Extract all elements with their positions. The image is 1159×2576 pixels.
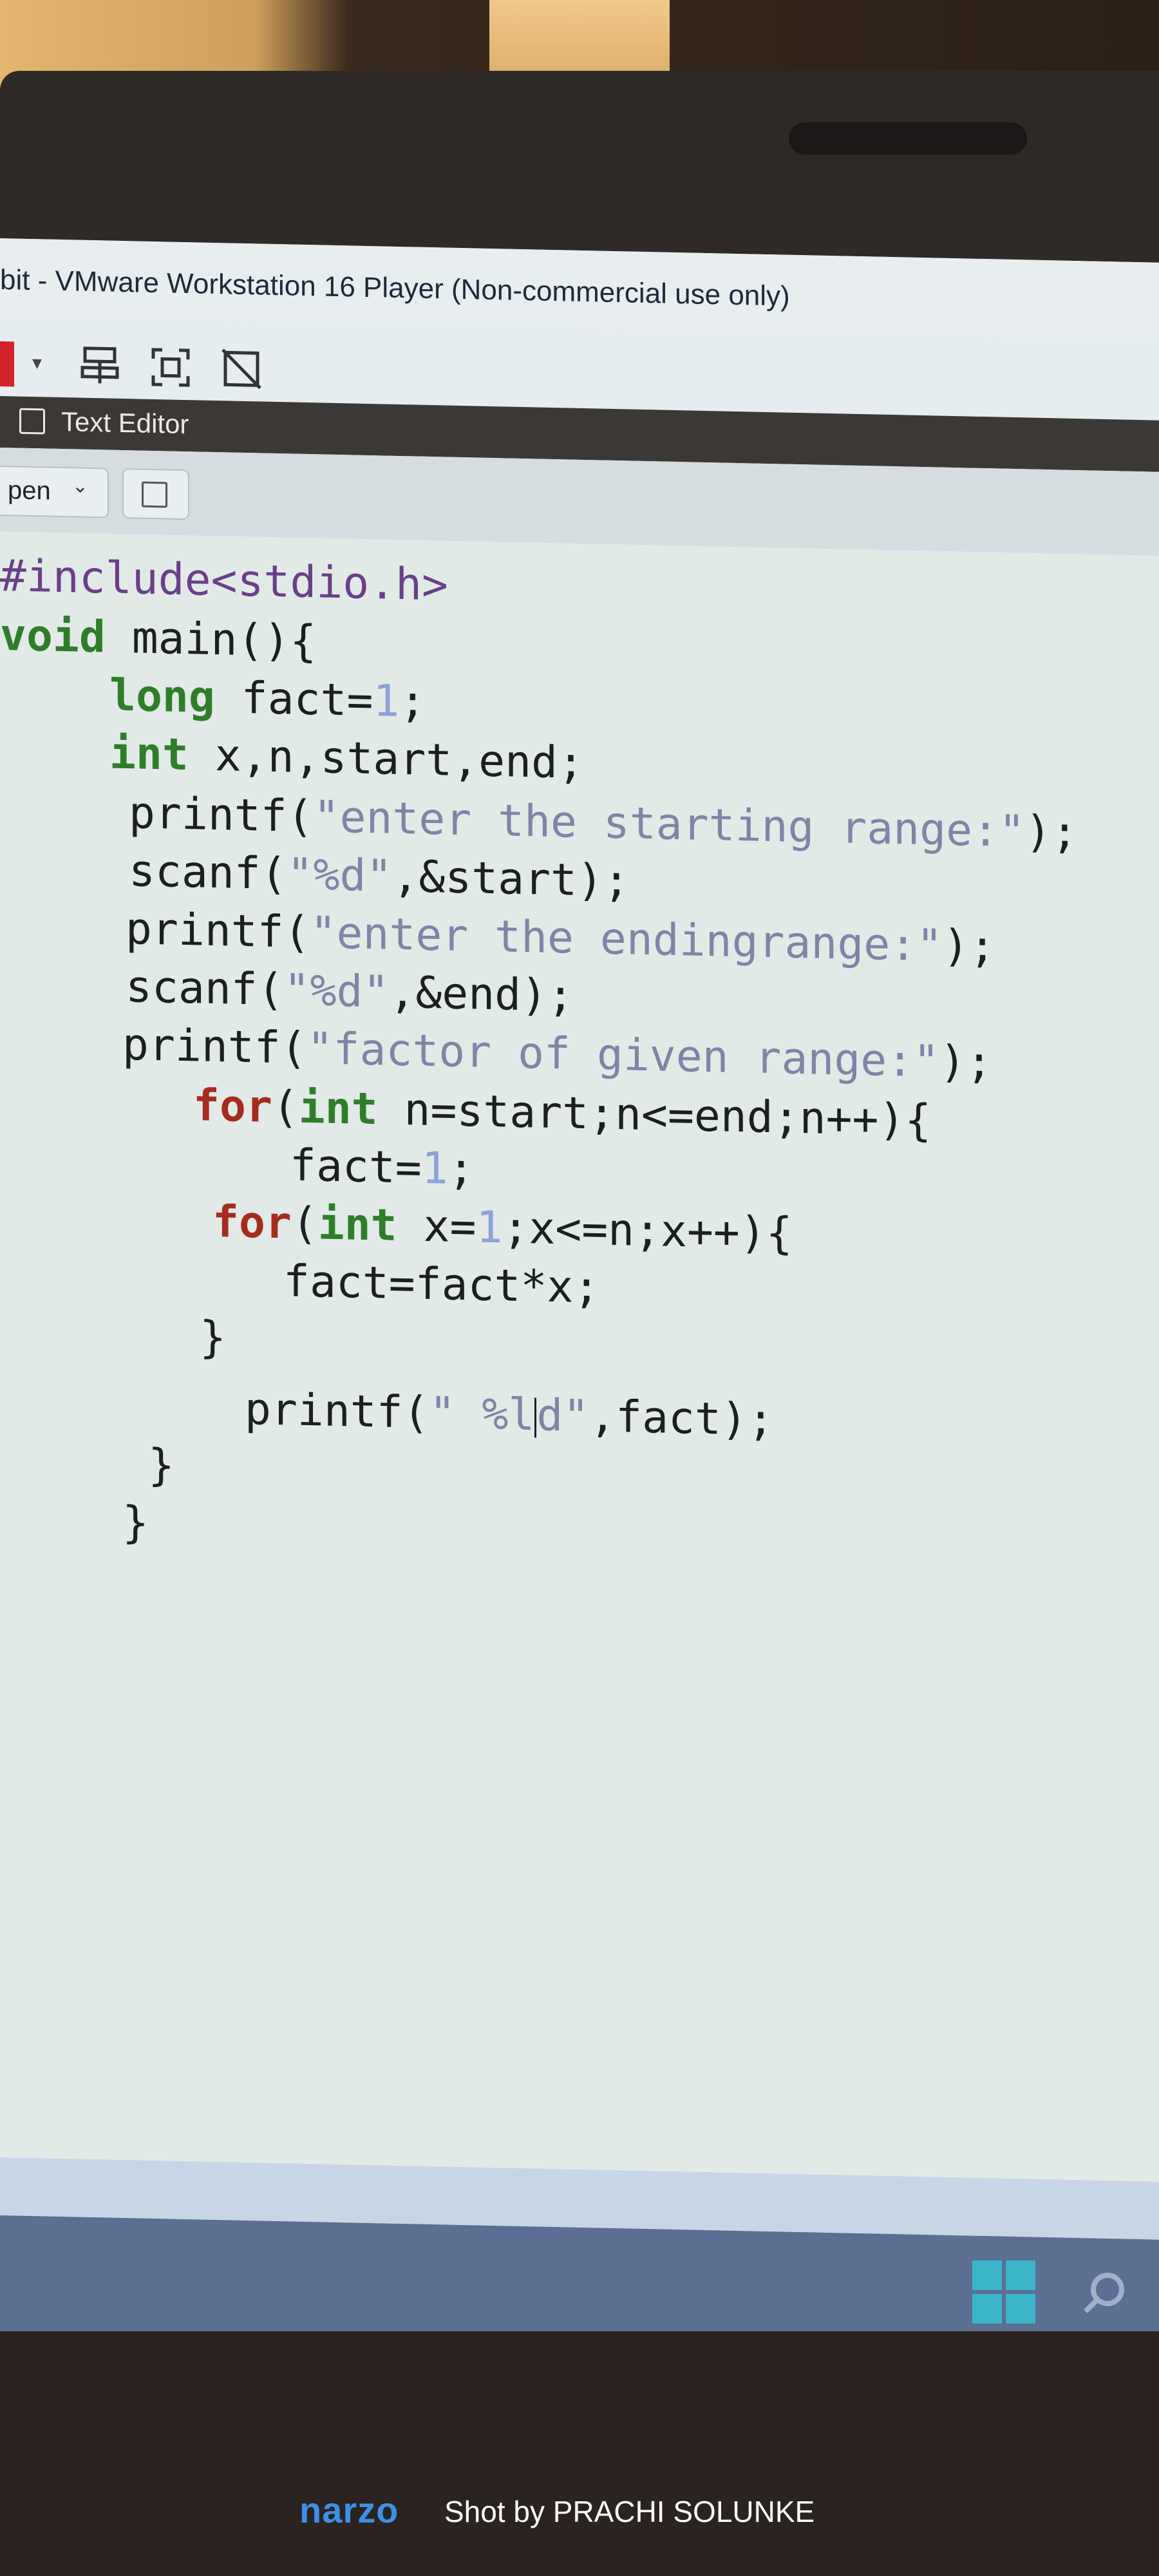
code-line: printf("enter the endingrange:"); xyxy=(126,904,996,973)
network-icon[interactable] xyxy=(77,343,122,389)
laptop-bottom-bezel xyxy=(0,2331,1159,2576)
new-tab-icon xyxy=(142,481,167,508)
window-title: bit - VMware Workstation 16 Player (Non-… xyxy=(0,264,790,312)
code-line: #include<stdio.h> xyxy=(0,551,448,611)
code-line: void main(){ xyxy=(0,610,317,668)
text-cursor xyxy=(534,1397,537,1438)
power-icon[interactable] xyxy=(0,341,14,387)
camera-credit-watermark: Shot by PRACHI SOLUNKE xyxy=(444,2495,815,2528)
code-line: scanf("%d",&start); xyxy=(129,846,630,907)
text-editor-icon xyxy=(19,408,45,435)
webcam-bar xyxy=(789,122,1027,155)
new-tab-button[interactable] xyxy=(122,468,189,520)
code-line: for(int n=start;n<=end;n++){ xyxy=(193,1080,932,1147)
code-line: long fact=1; xyxy=(109,670,426,728)
code-line: printf(" %ld",fact); xyxy=(245,1383,774,1446)
unity-icon[interactable] xyxy=(219,346,264,392)
code-line: fact=fact*x; xyxy=(283,1256,600,1314)
chevron-down-icon: ⌄ xyxy=(72,475,89,497)
fullscreen-icon[interactable] xyxy=(148,345,193,390)
code-line: scanf("%d",&end); xyxy=(126,961,574,1022)
code-line: } xyxy=(148,1439,174,1492)
dropdown-arrow-icon[interactable]: ▾ xyxy=(32,352,42,374)
app-name: Text Editor xyxy=(61,406,189,440)
code-line: fact=1; xyxy=(290,1140,475,1195)
code-line: } xyxy=(200,1312,226,1364)
windows-start-icon[interactable] xyxy=(972,2260,1037,2325)
camera-brand-watermark: narzo xyxy=(299,2490,399,2530)
search-icon[interactable] xyxy=(1082,2270,1127,2315)
open-button[interactable]: pen ⌄ xyxy=(0,465,109,518)
code-line: int x,n,start,end; xyxy=(109,728,584,789)
code-editor[interactable]: #include<stdio.h> void main(){ long fact… xyxy=(0,531,1159,2230)
code-line: printf("factor of given range:"); xyxy=(122,1019,993,1089)
code-line: } xyxy=(122,1497,149,1549)
laptop-screen: bit - VMware Workstation 16 Player (Non-… xyxy=(0,238,1159,2465)
code-line: for(int x=1;x<=n;x++){ xyxy=(212,1196,793,1260)
code-line: printf("enter the starting range:"); xyxy=(129,788,1078,859)
open-button-label: pen xyxy=(8,476,51,506)
